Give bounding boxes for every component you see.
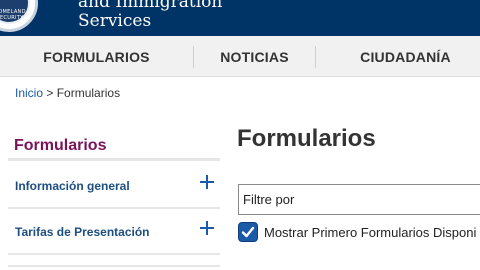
show-available-first-checkbox[interactable]	[238, 222, 258, 242]
dhs-seal-logo[interactable]: HOMELAND SECURITY	[0, 0, 38, 32]
nav-item-ciudadania[interactable]: CIUDADANÍA	[316, 36, 480, 77]
nav-item-formularios[interactable]: FORMULARIOS	[0, 36, 193, 77]
breadcrumb-current: Formularios	[56, 86, 121, 100]
sidebar-divider	[8, 265, 220, 267]
page-title: Formularios	[237, 125, 376, 152]
show-available-first-label[interactable]: Mostrar Primero Formularios Disponi	[264, 225, 476, 240]
nav-item-noticias[interactable]: NOTICIAS	[194, 36, 315, 77]
sidebar-item-label: Información general	[15, 179, 130, 193]
filter-input[interactable]	[238, 184, 480, 215]
checkmark-icon	[241, 226, 255, 238]
sidebar-divider	[8, 158, 220, 161]
plus-icon[interactable]	[200, 175, 214, 189]
site-header: HOMELAND SECURITY and Immigration Servic…	[0, 0, 480, 36]
breadcrumb-home-link[interactable]: Inicio	[15, 86, 43, 100]
plus-icon[interactable]	[200, 221, 214, 235]
sidebar-item-informacion-general[interactable]: Información general	[8, 165, 220, 209]
breadcrumb: Inicio > Formularios	[15, 86, 120, 100]
agency-name-line2: Services	[78, 11, 152, 31]
sidebar-item-tarifas-de-presentacion[interactable]: Tarifas de Presentación	[8, 211, 220, 255]
main-nav: FORMULARIOS NOTICIAS CIUDADANÍA	[0, 36, 480, 77]
seal-text: HOMELAND SECURITY	[0, 9, 26, 21]
sidebar-item-label: Tarifas de Presentación	[15, 225, 150, 239]
breadcrumb-separator: >	[46, 86, 54, 100]
sidebar-title: Formularios	[14, 137, 107, 154]
agency-name[interactable]: and Immigration Services	[78, 0, 222, 31]
